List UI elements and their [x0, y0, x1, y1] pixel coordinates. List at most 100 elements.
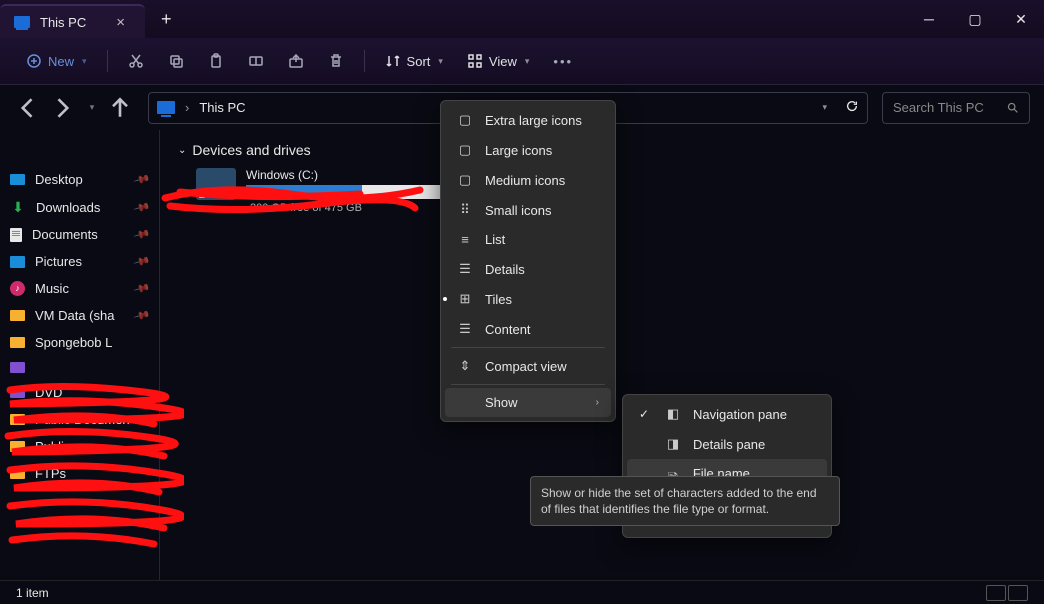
close-button[interactable]: ✕ — [998, 0, 1044, 38]
redaction-scribble — [160, 180, 430, 220]
menu-item-label: Details — [485, 262, 525, 277]
view-option[interactable]: ≡ List — [445, 225, 611, 254]
menu-item-label: List — [485, 232, 505, 247]
chevron-right-icon: › — [596, 397, 599, 408]
menu-item-label: Compact view — [485, 359, 567, 374]
menu-item-label: Large icons — [485, 143, 552, 158]
item-count: 1 item — [16, 586, 49, 600]
tiles-view-toggle[interactable] — [1008, 585, 1028, 601]
folder-icon — [10, 337, 25, 348]
sort-button[interactable]: Sort ▾ — [375, 47, 453, 75]
more-button[interactable]: ••• — [543, 48, 583, 75]
up-button[interactable] — [106, 94, 134, 122]
titlebar: This PC × + ─ ▢ ✕ — [0, 0, 1044, 38]
show-option-item[interactable]: ◨Details pane — [627, 429, 827, 459]
new-button[interactable]: New ▾ — [16, 47, 97, 75]
cut-button[interactable] — [118, 47, 154, 75]
pin-icon: 📌 — [133, 198, 151, 216]
rename-button[interactable] — [238, 47, 274, 75]
view-label: View — [489, 54, 517, 69]
refresh-button[interactable] — [845, 99, 859, 116]
sidebar-item[interactable]: ♪ Music 📌 — [0, 275, 159, 302]
this-pc-icon — [14, 16, 30, 28]
sort-label: Sort — [407, 54, 431, 69]
view-menu: ▢Extra large icons ▢ Large icons ▢ Medium ic… — [440, 100, 616, 422]
compact-view-option[interactable]: ⇕Compact view — [445, 351, 611, 381]
sidebar-item[interactable]: Documents 📌 — [0, 221, 159, 248]
breadcrumb[interactable]: This PC — [199, 100, 245, 115]
downloads-icon: ⬇ — [10, 199, 26, 215]
menu-item-label: Extra large icons — [485, 113, 582, 128]
pin-icon: 📌 — [133, 306, 151, 324]
tab-this-pc[interactable]: This PC × — [0, 4, 145, 38]
pin-icon: 📌 — [133, 170, 151, 188]
show-option[interactable]: Show › — [445, 388, 611, 417]
view-option[interactable]: ▢ Large icons — [445, 135, 611, 165]
folder-icon — [10, 310, 25, 321]
search-input[interactable]: Search This PC — [882, 92, 1030, 124]
sidebar-item-label: Downloads — [36, 200, 100, 215]
view-option[interactable]: ⊞Tiles — [445, 284, 611, 314]
sidebar-item[interactable]: Desktop 📌 — [0, 166, 159, 193]
sidebar-item-label: VM Data (sha — [35, 308, 114, 323]
pin-icon: 📌 — [133, 225, 151, 243]
view-size-icon: ≡ — [457, 232, 473, 247]
sidebar-item[interactable]: ⬇ Downloads 📌 — [0, 193, 159, 221]
view-option[interactable]: ⠿ Small icons — [445, 195, 611, 225]
tab-title: This PC — [40, 15, 86, 30]
new-tab-button[interactable]: + — [145, 0, 188, 38]
pics-icon — [10, 256, 25, 268]
sidebar-item-label: Music — [35, 281, 69, 296]
breadcrumb-sep: › — [185, 100, 189, 115]
forward-button[interactable] — [48, 94, 76, 122]
sidebar-item[interactable]: VM Data (sha 📌 — [0, 302, 159, 329]
view-button[interactable]: View ▾ — [457, 47, 539, 75]
this-pc-icon — [157, 101, 175, 114]
window-controls: ─ ▢ ✕ — [906, 0, 1044, 38]
delete-button[interactable] — [318, 47, 354, 75]
sidebar-item[interactable]: Spongebob L — [0, 329, 159, 356]
show-option-item[interactable]: ✓◧Navigation pane — [627, 399, 827, 429]
view-size-icon: ▢ — [457, 142, 473, 158]
check-icon: ✓ — [639, 407, 653, 421]
menu-item-label: Tiles — [485, 292, 512, 307]
view-size-icon: ⠿ — [457, 202, 473, 218]
menu-item-label: Show — [485, 395, 518, 410]
menu-item-label: Small icons — [485, 203, 551, 218]
recent-button[interactable]: ▾ — [82, 94, 100, 122]
back-button[interactable] — [14, 94, 42, 122]
chevron-down-icon[interactable]: ▾ — [822, 102, 827, 113]
sidebar-item[interactable]: Pictures📌 — [0, 248, 159, 275]
maximize-button[interactable]: ▢ — [952, 0, 998, 38]
menu-item-label: Medium icons — [485, 173, 565, 188]
menu-item-label: Content — [485, 322, 531, 337]
docs-icon — [10, 228, 22, 242]
sidebar-item-label: Desktop — [35, 172, 83, 187]
view-option[interactable]: ▢ Medium icons — [445, 165, 611, 195]
sidebar-item[interactable] — [0, 356, 159, 379]
view-size-icon: ▢ — [457, 172, 473, 188]
sidebar-item-label: Pictures — [35, 254, 82, 269]
share-button[interactable] — [278, 47, 314, 75]
view-option[interactable]: ☰ Details — [445, 254, 611, 284]
chevron-down-icon: ⌄ — [178, 145, 186, 156]
close-tab-icon[interactable]: × — [116, 14, 125, 31]
music-icon: ♪ — [10, 281, 25, 296]
tooltip: Show or hide the set of characters added… — [530, 476, 840, 526]
pin-icon: 📌 — [133, 279, 151, 297]
copy-button[interactable] — [158, 47, 194, 75]
sidebar-item-label: Spongebob L — [35, 335, 112, 350]
view-size-icon: ☰ — [457, 261, 473, 277]
search-placeholder: Search This PC — [893, 100, 984, 115]
sidebar-item-label: Documents — [32, 227, 98, 242]
minimize-button[interactable]: ─ — [906, 0, 952, 38]
menu-item-label: Details pane — [693, 437, 765, 452]
redaction-scribble — [4, 380, 184, 560]
toolbar: New ▾ Sort ▾ View ▾ ••• — [0, 38, 1044, 84]
new-label: New — [48, 54, 74, 69]
view-option[interactable]: ▢Extra large icons — [445, 105, 611, 135]
paste-button[interactable] — [198, 47, 234, 75]
details-view-toggle[interactable] — [986, 585, 1006, 601]
purple-icon — [10, 362, 25, 373]
view-option[interactable]: ☰Content — [445, 314, 611, 344]
